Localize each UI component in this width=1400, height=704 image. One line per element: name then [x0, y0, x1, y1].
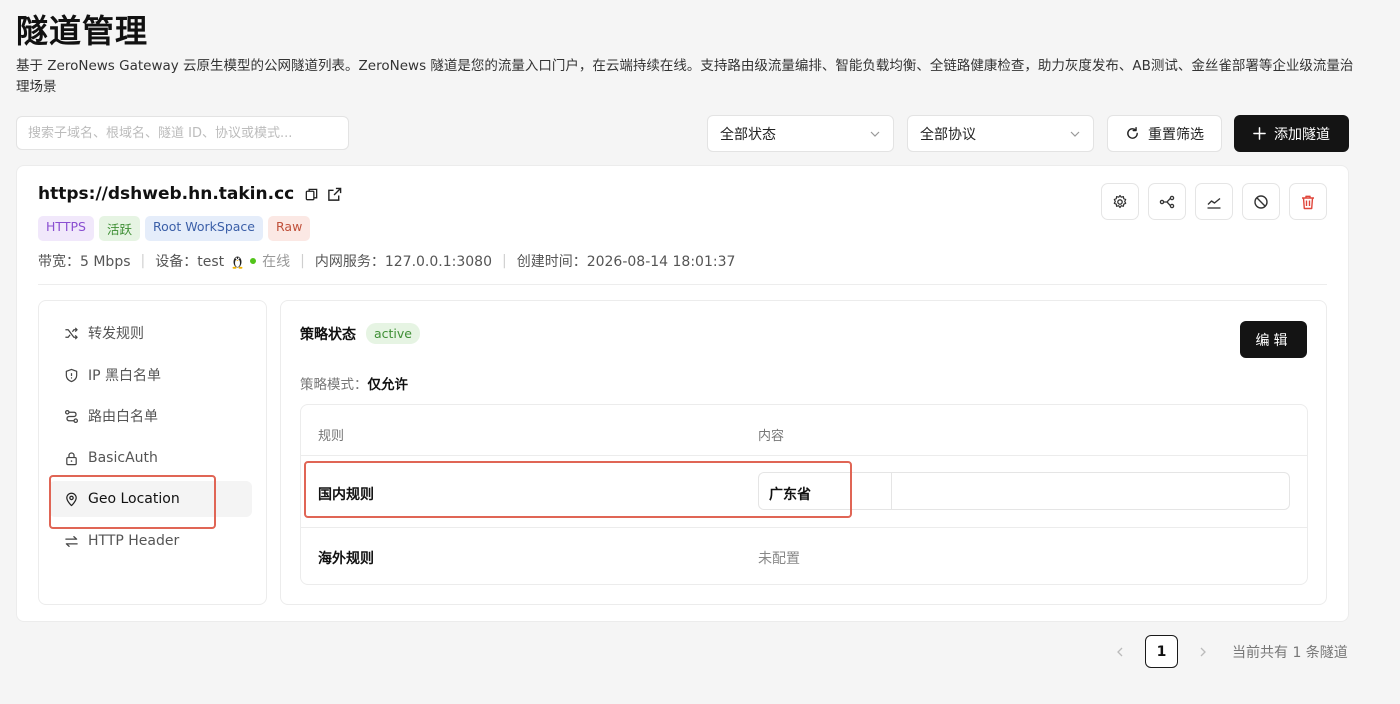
- policy-mode-label: 策略模式：: [300, 377, 368, 393]
- status-select[interactable]: 全部状态: [707, 115, 894, 152]
- protocol-select[interactable]: 全部协议: [907, 115, 1094, 152]
- page-description: 基于 ZeroNews Gateway 云原生模型的公网隧道列表。ZeroNew…: [16, 58, 1354, 95]
- swap-icon: [65, 535, 78, 547]
- add-tunnel-button[interactable]: 添加隧道: [1234, 115, 1349, 152]
- reset-filters-button[interactable]: 重置筛选: [1107, 115, 1222, 152]
- workspace-tag: Root WorkSpace: [144, 216, 263, 241]
- page-title: 隧道管理: [16, 12, 149, 50]
- bandwidth-text: 带宽：5 Mbps: [38, 254, 131, 270]
- rule-highlight-box: [304, 461, 852, 518]
- nav-item-basic-auth[interactable]: BasicAuth: [49, 440, 253, 476]
- copy-icon[interactable]: [304, 187, 319, 202]
- device-text: 设备：test: [155, 254, 225, 270]
- card-divider: [38, 284, 1327, 285]
- route-icon: [64, 409, 79, 423]
- online-status-dot: [250, 258, 257, 264]
- mode-tag: Raw: [268, 216, 311, 241]
- add-tunnel-label: 添加隧道: [1274, 126, 1330, 143]
- nav-item-forward-rules[interactable]: 转发规则: [49, 315, 253, 351]
- header-rule: 规则: [318, 429, 345, 444]
- disable-button[interactable]: [1242, 183, 1280, 220]
- nav-item-http-header[interactable]: HTTP Header: [49, 523, 253, 559]
- policy-status-badge: active: [366, 323, 420, 344]
- delete-button[interactable]: [1289, 183, 1327, 220]
- protocol-tag: HTTPS: [38, 216, 94, 241]
- routing-button[interactable]: [1148, 183, 1186, 220]
- analytics-button[interactable]: [1195, 183, 1233, 220]
- trash-icon: [1302, 195, 1314, 209]
- page-number[interactable]: 1: [1145, 635, 1178, 668]
- nav-highlight-box: [49, 475, 216, 529]
- external-link-icon[interactable]: [327, 187, 342, 202]
- tunnel-card: https://dshweb.hn.takin.cc HTTPS 活跃 Root…: [16, 165, 1349, 622]
- settings-button[interactable]: [1101, 183, 1139, 220]
- total-count-text: 当前共有 1 条隧道: [1232, 644, 1348, 661]
- branch-icon: [1159, 195, 1175, 208]
- overseas-content: 未配置: [758, 551, 800, 567]
- shield-icon: [65, 368, 78, 382]
- nav-item-label: HTTP Header: [88, 533, 180, 549]
- chevron-left-icon: [1117, 647, 1123, 656]
- chevron-down-icon: [870, 131, 880, 137]
- policy-side-nav: 转发规则 IP 黑白名单 路由白名单 BasicAuth Geo Locatio…: [38, 300, 267, 605]
- lock-icon: [66, 451, 77, 465]
- geo-policy-panel: 策略状态 active 编辑 策略模式：仅允许 规则 内容 国内规则 广东省 海…: [280, 300, 1327, 605]
- policy-mode-value: 仅允许: [367, 377, 409, 393]
- nav-item-route-whitelist[interactable]: 路由白名单: [49, 398, 253, 434]
- status-select-value: 全部状态: [720, 126, 776, 143]
- chart-line-icon: [1207, 197, 1221, 209]
- reset-filters-label: 重置筛选: [1148, 126, 1204, 143]
- plus-icon: [1253, 127, 1266, 140]
- next-page-button[interactable]: [1189, 646, 1217, 658]
- nav-item-ip-list[interactable]: IP 黑白名单: [49, 357, 253, 393]
- refresh-icon: [1127, 126, 1138, 139]
- chevron-down-icon: [1070, 131, 1080, 137]
- shuffle-icon: [65, 326, 78, 340]
- search-input[interactable]: [16, 116, 349, 150]
- edit-button[interactable]: 编辑: [1240, 321, 1307, 358]
- ban-icon: [1254, 194, 1268, 209]
- gear-icon: [1113, 194, 1127, 208]
- nav-item-label: IP 黑白名单: [88, 368, 162, 384]
- device-status-text: 在线: [262, 254, 291, 270]
- status-tag: 活跃: [98, 216, 140, 241]
- nav-item-label: BasicAuth: [88, 450, 158, 466]
- chevron-right-icon: [1200, 647, 1206, 656]
- prev-page-button[interactable]: [1106, 646, 1134, 658]
- linux-icon: [231, 254, 244, 269]
- policy-status-label: 策略状态: [300, 326, 356, 343]
- nav-item-label: 转发规则: [88, 326, 144, 342]
- pagination: 1 当前共有 1 条隧道: [1106, 635, 1348, 668]
- rule-overseas: 海外规则: [318, 551, 374, 567]
- service-text: 内网服务：127.0.0.1:3080: [314, 254, 492, 270]
- header-content: 内容: [758, 429, 785, 444]
- tunnel-url: https://dshweb.hn.takin.cc: [38, 184, 295, 204]
- created-time-text: 创建时间：2026-08-14 18:01:37: [516, 254, 736, 270]
- nav-item-label: 路由白名单: [88, 409, 158, 425]
- protocol-select-value: 全部协议: [920, 126, 976, 143]
- rules-table: 规则 内容 国内规则 广东省 海外规则 未配置: [300, 404, 1308, 585]
